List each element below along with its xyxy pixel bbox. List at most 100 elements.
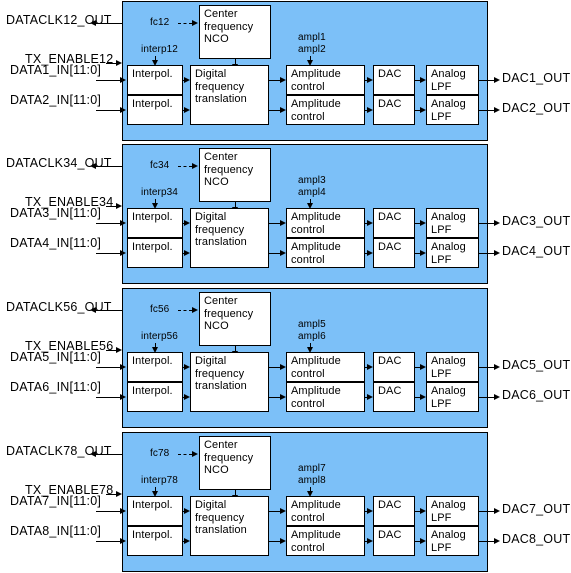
tx-enable-arrow-ch78: [116, 490, 122, 497]
dac-block-b-ch12: DAC: [373, 95, 415, 125]
ampl-label-b-ch34: ampl4: [298, 187, 326, 198]
dac-out-arrow-b-ch78: [494, 537, 500, 544]
link-arrow-1-a-ch78: [280, 507, 286, 514]
link-arrow-0-b-ch34: [184, 249, 190, 256]
dac-out-label-b-ch12: DAC2_OUT: [502, 101, 571, 115]
link-arrow-2-a-ch12: [367, 76, 373, 83]
analog-lpf-block-a-ch78: Analog LPF: [426, 496, 479, 526]
analog-lpf-block-b-ch12: Analog LPF: [426, 95, 479, 125]
link-arrow-2-b-ch56: [367, 393, 373, 400]
amplitude-control-block-b-ch34: Amplitude control: [286, 238, 365, 268]
amplitude-control-block-b-ch12-line-2: control: [291, 110, 325, 123]
amplitude-control-block-b-ch56-line-1: Amplitude: [291, 385, 341, 397]
data-in-arrow-b-ch12: [120, 106, 126, 113]
data-in-line-a-ch12: [96, 80, 121, 81]
amplitude-control-block-a-ch56: Amplitude control: [286, 352, 365, 382]
link-arrow-3-b-ch78: [420, 537, 426, 544]
dataclk-out-arrow-ch56: [90, 306, 96, 313]
digital-frequency-translation-block-ch78-line-2: frequency: [195, 511, 245, 524]
data-in-line-a-ch34: [96, 223, 121, 224]
data-in-line-b-ch56: [96, 397, 121, 398]
link-arrow-1-b-ch78: [280, 537, 286, 544]
analog-lpf-block-a-ch56-line-2: LPF: [431, 367, 452, 380]
analog-lpf-block-b-ch12-line-1: Analog: [431, 98, 466, 110]
digital-frequency-translation-block-ch56-line-1: Digital: [195, 355, 227, 367]
nco-block-ch34-line-1: Center: [204, 151, 238, 163]
amplitude-control-block-a-ch12-line-1: Amplitude: [291, 68, 341, 80]
fc-dash-ch34: [178, 166, 192, 167]
data-in-label-b-ch12: DATA2_IN[11:0]: [10, 93, 102, 107]
dac-out-line-a-ch78: [479, 511, 495, 512]
link-arrow-0-a-ch78: [184, 507, 190, 514]
interpol-block-a-ch12-line-1: Interpol.: [132, 68, 173, 80]
interp-label-ch78: interp78: [141, 475, 178, 486]
interpol-block-b-ch56: Interpol.: [127, 382, 183, 412]
dac-out-line-a-ch12: [479, 80, 495, 81]
link-arrow-1-b-ch34: [280, 249, 286, 256]
link-1-a-ch56: [269, 367, 280, 368]
dac-out-arrow-a-ch34: [494, 219, 500, 226]
interpol-block-b-ch34: Interpol.: [127, 238, 183, 268]
data-in-arrow-a-ch12: [120, 76, 126, 83]
link-arrow-3-a-ch12: [420, 76, 426, 83]
amplitude-control-block-a-ch12: Amplitude control: [286, 65, 365, 95]
digital-frequency-translation-block-ch12-line-3: translation: [195, 93, 247, 105]
block-diagram-canvas: Center frequency NCO fc12 interp12 Interpol. I…: [0, 0, 571, 573]
fc-arrow-ch34: [192, 162, 198, 169]
interpol-block-a-ch12: Interpol.: [127, 65, 183, 95]
link-arrow-0-a-ch56: [184, 363, 190, 370]
analog-lpf-block-b-ch78-line-2: LPF: [431, 541, 452, 554]
dac-block-a-ch78-line-1: DAC: [378, 499, 402, 511]
link-1-a-ch34: [269, 223, 280, 224]
amplitude-control-block-b-ch12-line-1: Amplitude: [291, 98, 341, 110]
analog-lpf-block-a-ch78-line-1: Analog: [431, 499, 466, 511]
interpol-block-b-ch78-line-1: Interpol.: [132, 529, 173, 541]
link-arrow-2-b-ch12: [367, 106, 373, 113]
nco-block-ch12-line-1: Center: [204, 8, 238, 20]
data-in-label-b-ch56: DATA6_IN[11:0]: [10, 380, 102, 394]
dac-out-label-b-ch78: DAC8_OUT: [502, 532, 571, 546]
link-arrow-2-a-ch78: [367, 507, 373, 514]
link-arrow-2-a-ch56: [367, 363, 373, 370]
data-in-arrow-a-ch56: [120, 363, 126, 370]
analog-lpf-block-a-ch34: Analog LPF: [426, 208, 479, 238]
digital-frequency-translation-block-ch34: Digital frequency translation: [190, 208, 269, 268]
link-arrow-0-b-ch12: [184, 106, 190, 113]
interpol-block-b-ch34-line-1: Interpol.: [132, 241, 173, 253]
ampl-label-b-ch56: ampl6: [298, 331, 326, 342]
data-in-label-a-ch12: DATA1_IN[11:0]: [10, 63, 102, 77]
interpol-block-b-ch12-line-1: Interpol.: [132, 98, 173, 110]
analog-lpf-block-a-ch12-line-2: LPF: [431, 80, 452, 93]
interpol-block-b-ch78: Interpol.: [127, 526, 183, 556]
digital-frequency-translation-block-ch12-line-1: Digital: [195, 68, 227, 80]
link-arrow-1-b-ch56: [280, 393, 286, 400]
analog-lpf-block-b-ch34-line-2: LPF: [431, 253, 452, 266]
nco-block-ch56-line-1: Center: [204, 295, 238, 307]
amplitude-control-block-b-ch56: Amplitude control: [286, 382, 365, 412]
link-arrow-0-a-ch12: [184, 76, 190, 83]
amplitude-control-block-a-ch34-line-1: Amplitude: [291, 211, 341, 223]
analog-lpf-block-b-ch78: Analog LPF: [426, 526, 479, 556]
nco-block-ch56: Center frequency NCO: [199, 292, 271, 346]
analog-lpf-block-b-ch56-line-2: LPF: [431, 397, 452, 410]
interpol-block-a-ch34: Interpol.: [127, 208, 183, 238]
nco-block-ch34: Center frequency NCO: [199, 148, 271, 202]
interpol-block-a-ch56: Interpol.: [127, 352, 183, 382]
dataclk-out-arrow-ch34: [90, 162, 96, 169]
dac-out-arrow-b-ch12: [494, 106, 500, 113]
analog-lpf-block-a-ch12: Analog LPF: [426, 65, 479, 95]
interpol-block-b-ch56-line-1: Interpol.: [132, 385, 173, 397]
fc-arrow-ch12: [192, 19, 198, 26]
dac-block-b-ch78: DAC: [373, 526, 415, 556]
dataclk-out-line-ch56: [96, 310, 122, 311]
digital-frequency-translation-block-ch56: Digital frequency translation: [190, 352, 269, 412]
link-arrow-1-a-ch12: [280, 76, 286, 83]
nco-block-ch12-line-3: NCO: [204, 33, 229, 45]
link-1-a-ch12: [269, 80, 280, 81]
dac-out-arrow-a-ch56: [494, 363, 500, 370]
dataclk-out-line-ch12: [96, 23, 122, 24]
link-arrow-3-a-ch78: [420, 507, 426, 514]
analog-lpf-block-b-ch78-line-1: Analog: [431, 529, 466, 541]
interp-label-ch56: interp56: [141, 331, 178, 342]
link-1-b-ch12: [269, 110, 280, 111]
